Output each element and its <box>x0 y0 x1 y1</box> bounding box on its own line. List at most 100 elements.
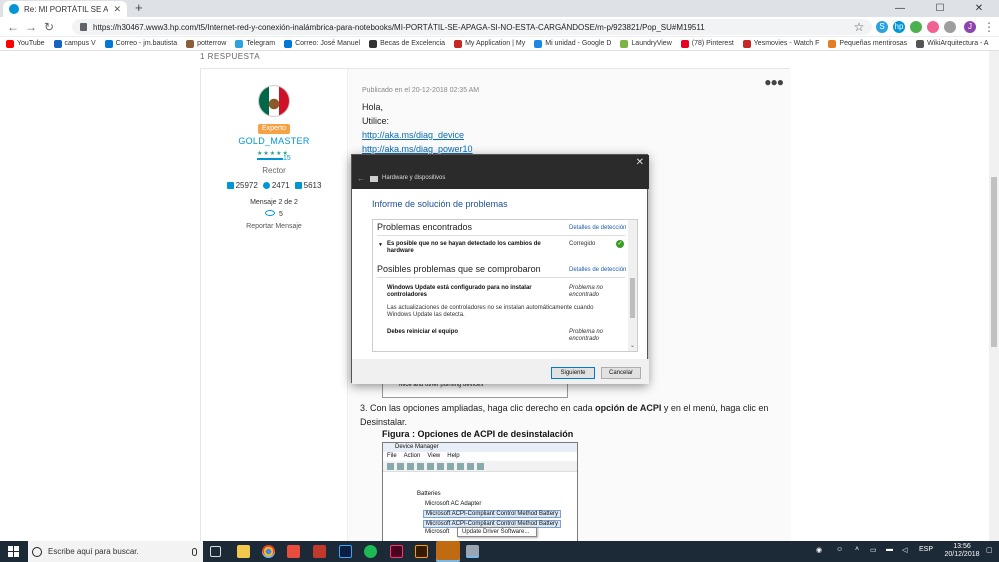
chrome-icon[interactable] <box>262 545 275 558</box>
bookmark-item[interactable]: Pequeñas mentirosas <box>828 39 907 48</box>
maximize-icon[interactable]: ☐ <box>920 0 960 17</box>
bookmark-item[interactable]: (78) Pinterest <box>680 39 734 48</box>
post-date: Publicado en el 20-12-2018 02:35 AM <box>362 87 480 94</box>
notifications-icon[interactable]: ▢ <box>986 546 993 554</box>
battery-icon[interactable]: ▬ <box>886 546 893 553</box>
bookmark-favicon-icon <box>916 39 925 48</box>
rank-level: 15 <box>283 155 291 162</box>
report-scrollbar[interactable]: ⌄ <box>628 220 637 351</box>
checked-details-link[interactable]: Detalles de detección <box>569 267 626 273</box>
photoshop-icon[interactable] <box>339 545 352 558</box>
profile-avatar[interactable]: J <box>964 21 976 33</box>
hardware-icon <box>370 176 378 182</box>
report-message-link[interactable]: Reportar Mensaje <box>201 223 347 230</box>
dialog-header-title: Hardware y dispositivos <box>382 175 446 181</box>
extension-icon[interactable] <box>910 21 922 33</box>
bookmark-item[interactable]: Mi unidad - Google D <box>534 39 611 48</box>
task-view-icon[interactable] <box>210 546 221 557</box>
page-scrollbar-thumb[interactable] <box>991 177 997 347</box>
volume-icon[interactable]: ◁ <box>902 546 907 554</box>
bookmark-item[interactable]: Correo - jm.bautista <box>104 39 177 48</box>
message-number: Mensaje 2 de 2 <box>250 199 298 206</box>
bookmark-star-icon[interactable]: ☆ <box>852 20 866 34</box>
indesign-icon[interactable] <box>390 545 403 558</box>
language-indicator[interactable]: ESP <box>919 546 933 553</box>
dialog-close-icon[interactable]: ✕ <box>636 157 644 168</box>
dm-menu-file: File <box>387 453 397 459</box>
illustrator-icon[interactable] <box>415 545 428 558</box>
dialog-back-icon[interactable]: ← <box>357 174 365 183</box>
hp-extension-icon[interactable]: hp <box>893 21 905 33</box>
diag-device-link[interactable]: http://aka.ms/diag_device <box>362 130 464 140</box>
browser-tab[interactable]: Re: MI PORTÁTIL SE APAGA SI NO... ✕ <box>3 1 127 17</box>
dm-menu: File Action View Help <box>383 452 577 461</box>
posts-count: 25972 <box>235 181 258 190</box>
report-scrollbar-thumb[interactable] <box>630 278 635 318</box>
show-hidden-icons-icon[interactable]: ˄ <box>855 546 859 553</box>
people-icon[interactable]: ☺ <box>836 546 843 553</box>
troubleshooter-taskbar-icon[interactable] <box>466 545 479 558</box>
extension-icon-3[interactable] <box>944 21 956 33</box>
views-count: 5 <box>279 211 283 218</box>
bookmark-label: Becas de Excelencia <box>380 40 446 47</box>
bookmark-label: LaundryView <box>631 40 672 47</box>
cancel-button[interactable]: Cancelar <box>601 367 641 379</box>
bookmark-item[interactable]: YouTube <box>6 39 45 48</box>
reload-icon[interactable]: ↻ <box>42 20 56 34</box>
bookmark-item[interactable]: potterrow <box>186 39 227 48</box>
microphone-icon[interactable] <box>192 547 197 556</box>
expert-badge: Experto <box>258 124 290 134</box>
post-utilice: Utilice: <box>362 116 390 126</box>
bookmark-item[interactable]: Becas de Excelencia <box>369 39 446 48</box>
replies-count: 1 RESPUESTA <box>200 52 261 61</box>
network-icon[interactable]: ▭ <box>870 546 877 554</box>
scroll-down-icon[interactable]: ⌄ <box>628 342 637 349</box>
page-scrollbar[interactable] <box>989 51 999 541</box>
address-bar[interactable]: https://h30467.www3.hp.com/t5/Internet-r… <box>72 19 872 35</box>
thumbs-up-icon <box>294 182 302 189</box>
bookmark-label: (78) Pinterest <box>691 40 734 47</box>
expand-triangle-icon[interactable]: ▼ <box>378 242 383 248</box>
acrobat-icon[interactable] <box>313 545 326 558</box>
bookmark-item[interactable]: Correo: José Manuel <box>284 39 360 48</box>
bookmark-item[interactable]: Yesmovies - Watch F <box>742 39 820 48</box>
wifi-icon[interactable]: ◉ <box>816 546 822 554</box>
windows-start-icon[interactable] <box>8 546 19 557</box>
bookmark-item[interactable]: My Application | My <box>454 39 525 48</box>
taskbar-clock[interactable]: 13:56 20/12/2018 <box>942 543 982 559</box>
menu-icon[interactable]: ⋮ <box>982 20 996 34</box>
browser-tabbar: Re: MI PORTÁTIL SE APAGA SI NO... ✕ + — … <box>0 0 999 17</box>
taskbar-search[interactable]: Escribe aquí para buscar. <box>28 541 203 562</box>
dm-context-menu: Update Driver Software... <box>457 527 537 537</box>
close-window-icon[interactable]: ✕ <box>959 0 999 17</box>
bookmark-favicon-icon <box>742 39 751 48</box>
extension-icon-2[interactable] <box>927 21 939 33</box>
app-icon[interactable] <box>287 545 300 558</box>
outlook-icon[interactable] <box>436 541 460 562</box>
file-explorer-icon[interactable] <box>237 545 250 558</box>
bookmark-label: potterrow <box>197 40 227 47</box>
avatar[interactable] <box>258 85 290 117</box>
forward-icon[interactable]: → <box>24 20 38 34</box>
close-tab-icon[interactable]: ✕ <box>113 4 121 15</box>
minimize-icon[interactable]: — <box>880 0 920 17</box>
post-options-icon[interactable]: ●●● <box>764 75 784 89</box>
found-details-link[interactable]: Detalles de detección <box>569 225 626 231</box>
dialog-footer: Siguiente Cancelar <box>352 359 649 384</box>
bookmark-item[interactable]: campus V <box>53 39 96 48</box>
cortana-icon <box>32 546 42 557</box>
bookmark-item[interactable]: LaundryView <box>620 39 672 48</box>
bookmark-item[interactable]: WikiArquitectura - A <box>916 39 989 48</box>
author-username[interactable]: GOLD_MASTER <box>201 136 347 146</box>
bookmark-label: Yesmovies - Watch F <box>753 40 820 47</box>
bookmark-favicon-icon <box>186 39 195 48</box>
skype-extension-icon[interactable]: S <box>876 21 888 33</box>
next-button[interactable]: Siguiente <box>551 367 595 379</box>
eye-icon <box>265 210 276 216</box>
back-icon[interactable]: ← <box>6 20 20 34</box>
bookmark-item[interactable]: Telegram <box>235 39 275 48</box>
spotify-icon[interactable] <box>364 545 377 558</box>
found-title: Problemas encontrados <box>377 222 473 232</box>
new-tab-icon[interactable]: + <box>135 1 143 15</box>
diag-power-link[interactable]: http://aka.ms/diag_power10 <box>362 144 473 154</box>
